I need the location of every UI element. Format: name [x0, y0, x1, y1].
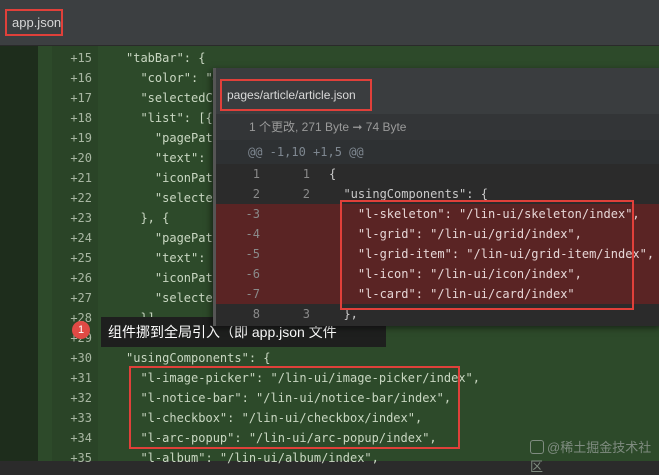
diff-popup-file-path[interactable]: pages/article/article.json — [220, 79, 372, 111]
line-number: +20 — [70, 151, 92, 165]
code-text: "pagePath — [126, 131, 220, 145]
code-text: "iconPath — [126, 271, 220, 285]
diff-old-line-number: -4 — [245, 227, 260, 241]
file-header: app.json — [0, 0, 659, 46]
code-text: "text": " — [126, 251, 220, 265]
code-text: "l-album": "/lin-ui/album/index", — [126, 451, 379, 465]
diff-old-line-number: -6 — [245, 267, 260, 281]
diff-summary: 1 个更改, 271 Byte ➞ 74 Byte — [216, 114, 659, 140]
diff-line: 1 1 { — [216, 164, 659, 184]
diff-popup-title-bar: pages/article/article.json — [216, 68, 659, 114]
diff-new-line-number: 2 — [302, 187, 310, 201]
diff-hunk-header: @@ -1,10 +1,5 @@ — [216, 140, 659, 164]
line-number: +31 — [70, 371, 92, 385]
line-number: +22 — [70, 191, 92, 205]
watermark: @稀土掘金技术社区 — [530, 437, 659, 475]
diff-old-line-number: 1 — [252, 167, 260, 181]
code-text: "list": [{ — [126, 111, 213, 125]
diff-popup-panel: pages/article/article.json 1 个更改, 271 By… — [213, 68, 659, 326]
diff-old-line-number: -3 — [245, 207, 260, 221]
line-number: +32 — [70, 391, 92, 405]
line-number: +21 — [70, 171, 92, 185]
code-text: }, { — [126, 211, 170, 225]
code-text: "selected — [126, 291, 220, 305]
diff-old-line-number: -5 — [245, 247, 260, 261]
diff-old-line-number: 8 — [252, 307, 260, 321]
line-number: +35 — [70, 451, 92, 465]
code-text: "pagePath — [126, 231, 220, 245]
code-line: +15 "tabBar": { — [0, 48, 659, 68]
line-number: +23 — [70, 211, 92, 225]
line-number: +19 — [70, 131, 92, 145]
code-text: "tabBar": { — [126, 51, 206, 65]
line-number: +18 — [70, 111, 92, 125]
line-number: +17 — [70, 91, 92, 105]
diff-hunk-text: @@ -1,10 +1,5 @@ — [248, 145, 364, 159]
line-number: +27 — [70, 291, 92, 305]
code-text: "text": " — [126, 151, 220, 165]
diff-new-line-number: 1 — [302, 167, 310, 181]
annotation-badge: 1 — [72, 321, 90, 339]
line-number: +25 — [70, 251, 92, 265]
watermark-logo-icon — [530, 440, 544, 454]
code-text: "selectedCo — [126, 91, 220, 105]
line-number: +30 — [70, 351, 92, 365]
code-line: +30 "usingComponents": { — [0, 348, 659, 368]
line-number: +34 — [70, 431, 92, 445]
watermark-text: @稀土掘金技术社区 — [530, 440, 652, 474]
code-text: "color": "# — [126, 71, 220, 85]
diff-old-line-number: -7 — [245, 287, 260, 301]
highlight-box-removed-components — [340, 200, 634, 310]
line-number: +15 — [70, 51, 92, 65]
file-tab-app-json[interactable]: app.json — [5, 9, 63, 36]
diff-old-line-number: 2 — [252, 187, 260, 201]
highlight-box-global-components — [129, 366, 460, 449]
diff-new-line-number: 3 — [302, 307, 310, 321]
line-number: +24 — [70, 231, 92, 245]
line-number: +26 — [70, 271, 92, 285]
code-text: "selected — [126, 191, 220, 205]
line-number: +16 — [70, 71, 92, 85]
diff-code-text: { — [329, 167, 337, 181]
line-number: +33 — [70, 411, 92, 425]
code-text: "iconPath — [126, 171, 220, 185]
diff-summary-text: 1 个更改, 271 Byte ➞ 74 Byte — [249, 120, 407, 134]
code-text: "usingComponents": { — [126, 351, 271, 365]
